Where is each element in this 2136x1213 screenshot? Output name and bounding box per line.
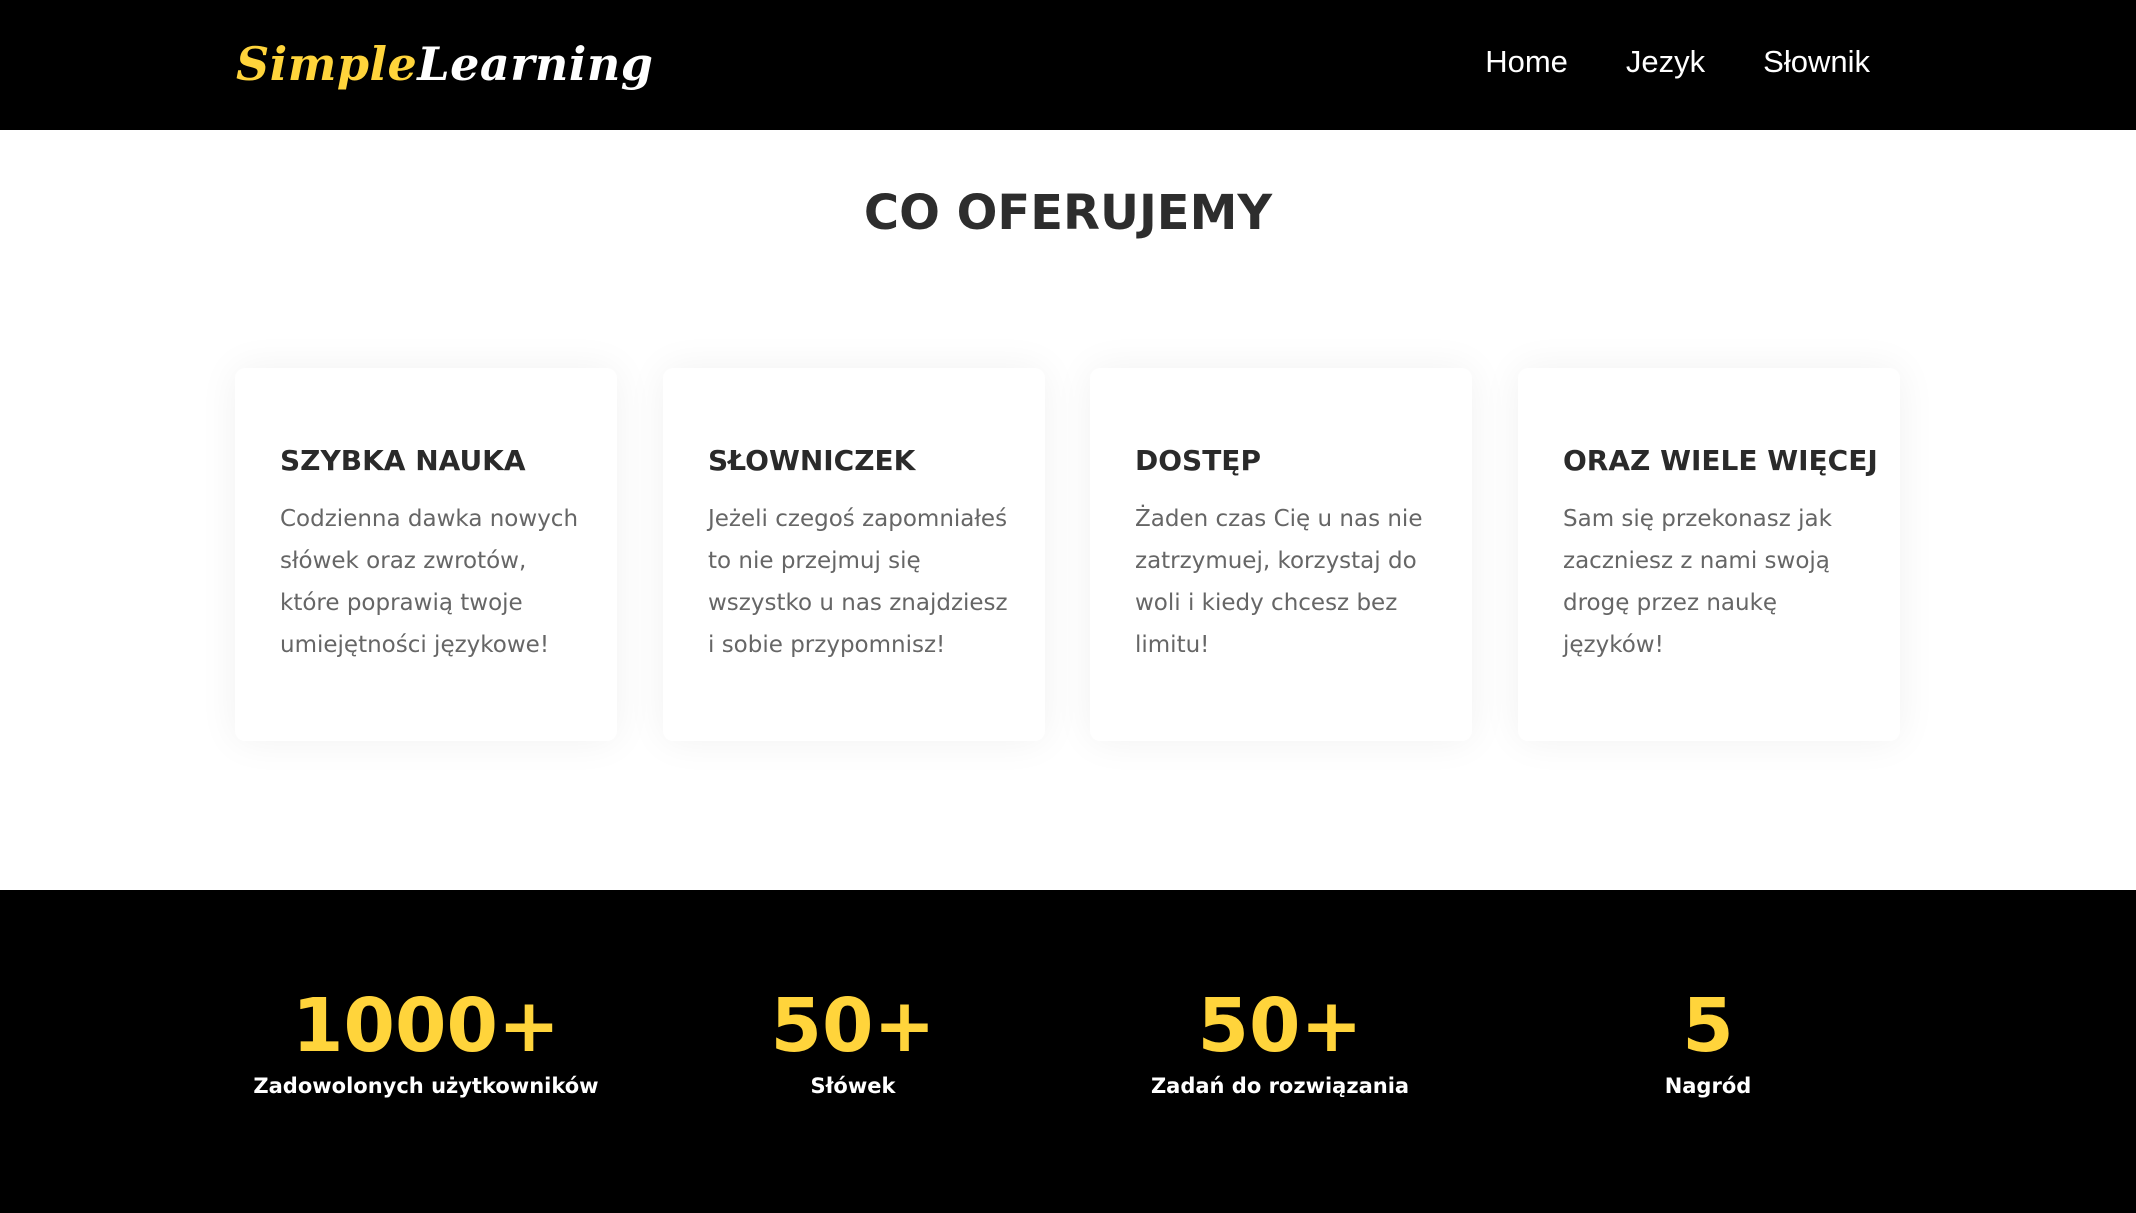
stat-label: Zadań do rozwiązania bbox=[1150, 1074, 1410, 1098]
navbar: SimpleLearning Home Jezyk Słownik bbox=[0, 0, 2136, 130]
stat-tasks: 50+ Zadań do rozwiązania bbox=[1080, 985, 1480, 1101]
logo[interactable]: SimpleLearning bbox=[236, 34, 653, 94]
card-title: SŁOWNICZEK bbox=[708, 444, 916, 477]
section-title: CO OFERUJEMY bbox=[863, 185, 1273, 241]
nav-link-slownik[interactable]: Słownik bbox=[1763, 40, 1870, 84]
stat-value: 5 bbox=[1682, 983, 1734, 1069]
offer-card-szybka-nauka: SZYBKA NAUKA Codzienna dawka nowych słów… bbox=[235, 368, 617, 741]
card-title: DOSTĘP bbox=[1135, 444, 1261, 477]
stat-users: 1000+ Zadowolonych użytkowników bbox=[226, 985, 626, 1101]
card-text: Żaden czas Cię u nas nie zatrzymuej, kor… bbox=[1135, 506, 1423, 658]
offer-card-dostep: DOSTĘP Żaden czas Cię u nas nie zatrzymu… bbox=[1090, 368, 1472, 741]
card-title: ORAZ WIELE WIĘCEJ bbox=[1563, 444, 1878, 477]
logo-simple: Simple bbox=[236, 37, 418, 91]
stat-awards: 5 Nagród bbox=[1508, 985, 1908, 1101]
stat-label: Zadowolonych użytkowników bbox=[253, 1074, 599, 1098]
stat-value: 50+ bbox=[1197, 983, 1363, 1069]
stat-words: 50+ Słówek bbox=[653, 985, 1053, 1101]
logo-learning: Learning bbox=[417, 37, 654, 91]
card-text: Sam się przekonasz jak zaczniesz z nami … bbox=[1563, 506, 1832, 658]
nav-link-home[interactable]: Home bbox=[1485, 40, 1568, 84]
nav-link-jezyk[interactable]: Jezyk bbox=[1626, 40, 1705, 84]
nav-links: Home Jezyk Słownik bbox=[1485, 40, 1870, 84]
stat-value: 1000+ bbox=[292, 983, 560, 1069]
stats-section: 1000+ Zadowolonych użytkowników 50+ Słów… bbox=[0, 890, 2136, 1213]
stat-value: 50+ bbox=[770, 983, 936, 1069]
stat-label: Słówek bbox=[810, 1074, 896, 1098]
card-text: Codzienna dawka nowych słówek oraz zwrot… bbox=[280, 506, 579, 658]
stat-label: Nagród bbox=[1664, 1074, 1752, 1098]
card-text: Jeżeli czegoś zapomniałeś to nie przejmu… bbox=[708, 506, 1008, 658]
offer-card-oraz-wiele-wiecej: ORAZ WIELE WIĘCEJ Sam się przekonasz jak… bbox=[1518, 368, 1900, 741]
offer-card-slowniczek: SŁOWNICZEK Jeżeli czegoś zapomniałeś to … bbox=[663, 368, 1045, 741]
card-title: SZYBKA NAUKA bbox=[280, 444, 526, 477]
